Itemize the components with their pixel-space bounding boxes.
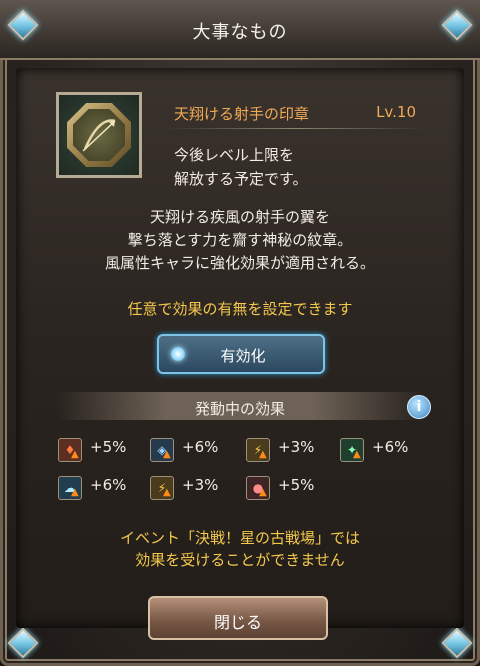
up-arrow-icon: ▲ xyxy=(259,449,267,460)
effect-value: +6% xyxy=(90,476,127,494)
up-arrow-icon: ▲ xyxy=(163,487,171,498)
close-button[interactable]: 閉じる xyxy=(148,596,328,640)
item-emblem xyxy=(56,92,142,178)
item-level: Lv.10 xyxy=(376,103,416,121)
effect-value: +3% xyxy=(278,438,315,456)
up-arrow-icon: ▲ xyxy=(71,449,79,460)
divider xyxy=(166,128,426,129)
effect-value: +3% xyxy=(182,476,219,494)
modal-title: 大事なもの xyxy=(192,22,288,43)
up-arrow-icon: ▲ xyxy=(163,449,171,460)
title-bar: 大事なもの xyxy=(0,0,480,60)
optional-setting-text: 任意で効果の有無を設定できます xyxy=(127,300,353,318)
event-notice: イベント「決戦！星の古戦場」では 効果を受けることができません xyxy=(119,529,360,569)
up-arrow-icon: ▲ xyxy=(353,449,361,460)
up-arrow-icon: ▲ xyxy=(259,487,267,498)
item-name: 天翔ける射手の印章 xyxy=(174,105,310,123)
up-arrow-icon: ▲ xyxy=(71,487,79,498)
item-description: 天翔ける疾風の射手の翼を 撃ち落とす力を齎す神秘の紋章。 風属性キャラに強化効果… xyxy=(104,208,375,272)
bow-arrow-icon xyxy=(82,119,116,152)
effect-value: +5% xyxy=(90,438,127,456)
effect-value: +6% xyxy=(182,438,219,456)
effect-value: +5% xyxy=(278,476,315,494)
enable-toggle-button[interactable]: 有効化 xyxy=(157,334,325,374)
close-button-label: 閉じる xyxy=(213,613,262,632)
toggle-label: 有効化 xyxy=(220,347,266,365)
info-icon[interactable]: i xyxy=(407,395,431,419)
effect-value: +6% xyxy=(372,438,409,456)
level-note: 今後レベル上限を 解放する予定です。 xyxy=(174,146,308,188)
